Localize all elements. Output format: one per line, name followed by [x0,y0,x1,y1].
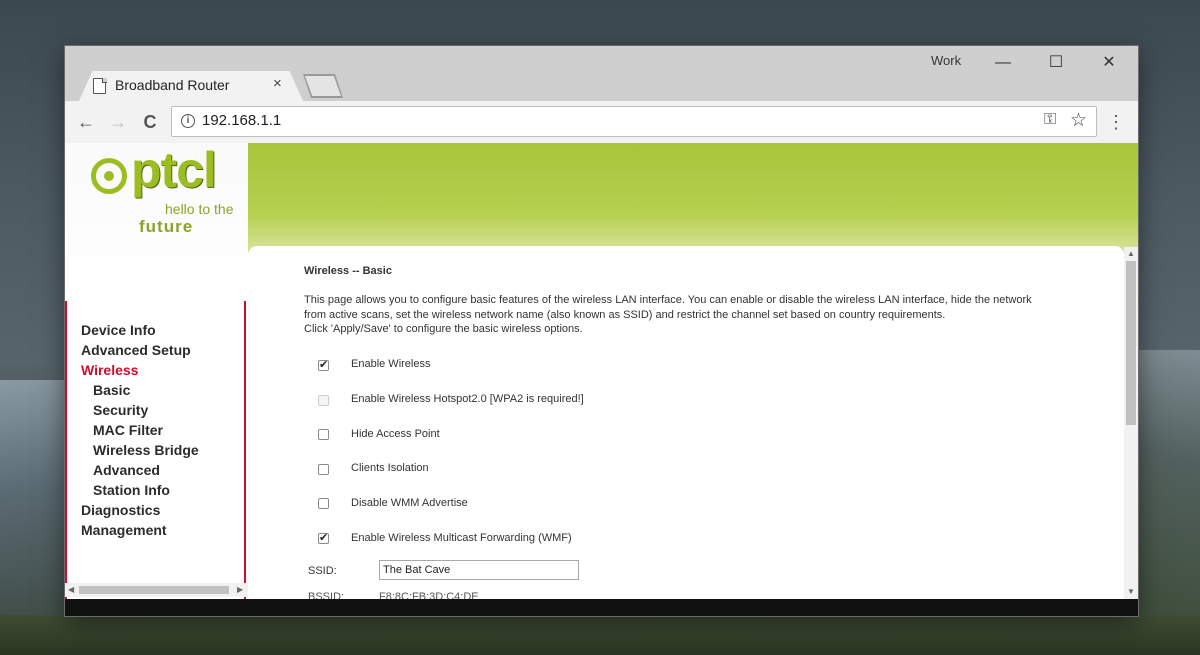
bookmark-star-icon[interactable]: ☆ [1070,109,1087,132]
desktop-wallpaper-right [1138,350,1200,655]
enable-wmf-label: Enable Wireless Multicast Forwarding (WM… [351,532,572,544]
site-info-icon[interactable]: i [181,114,195,128]
close-window-button[interactable]: ✕ [1086,50,1132,76]
desktop-wallpaper-ground [0,615,1200,655]
description-line: This page allows you to configure basic … [304,294,1032,306]
browser-menu-icon[interactable]: ⋮ [1107,109,1125,135]
page-icon [93,77,107,94]
router-page: ptcl hello to the future Device Info Adv… [65,143,1138,599]
logo-wordmark: ptcl [131,143,217,198]
page-description: This page allows you to configure basic … [304,293,1074,337]
page-title: Wireless -- Basic [304,265,392,277]
hide-access-point-label: Hide Access Point [351,428,440,440]
description-line: Click 'Apply/Save' to configure the basi… [304,323,583,335]
enable-hotspot-label: Enable Wireless Hotspot2.0 [WPA2 is requ… [351,393,584,405]
browser-toolbar: ← → C i 192.168.1.1 ⚿ ☆ ⋮ [65,101,1138,144]
enable-wireless-label: Enable Wireless [351,358,431,370]
key-icon[interactable]: ⚿ [1044,111,1056,129]
ssid-label: SSID: [308,565,337,577]
sidebar-item-device-info[interactable]: Device Info [81,322,156,338]
status-bar [65,599,1138,616]
logo-area: ptcl hello to the future [65,143,248,301]
address-bar[interactable]: i 192.168.1.1 ⚿ ☆ [171,106,1097,137]
enable-hotspot-checkbox[interactable] [318,395,329,406]
sidebar-item-advanced[interactable]: Advanced [93,462,160,478]
description-line: from active scans, set the wireless netw… [304,308,946,321]
horizontal-scrollbar[interactable]: ◀ ▶ [65,583,248,597]
bssid-label: BSSID: [308,591,345,599]
clients-isolation-label: Clients Isolation [351,462,429,474]
vertical-scroll-thumb[interactable] [1126,261,1136,425]
scroll-down-icon[interactable]: ▼ [1127,587,1135,596]
sidebar-item-station-info[interactable]: Station Info [93,482,170,498]
forward-icon[interactable]: → [105,109,131,135]
sidebar-item-basic[interactable]: Basic [93,382,130,398]
ssid-input[interactable] [379,560,579,580]
bssid-value: F8:8C:FB:3D:C4:DE [379,591,479,599]
tab-close-icon[interactable]: × [273,75,282,92]
sidebar-item-diagnostics[interactable]: Diagnostics [81,502,160,518]
profile-name[interactable]: Work [931,53,961,68]
sidebar-item-mac-filter[interactable]: MAC Filter [93,422,163,438]
minimize-button[interactable]: — [980,50,1026,76]
logo-tagline-future: future [139,217,194,236]
horizontal-scroll-thumb[interactable] [79,586,229,594]
scroll-up-icon[interactable]: ▲ [1127,249,1135,258]
scroll-left-icon[interactable]: ◀ [68,585,74,594]
scroll-right-icon[interactable]: ▶ [237,585,243,594]
ptcl-logo-icon [91,158,127,194]
disable-wmm-label: Disable WMM Advertise [351,497,468,509]
hide-access-point-checkbox[interactable] [318,429,329,440]
sidebar-item-wireless[interactable]: Wireless [81,362,138,378]
maximize-button[interactable]: ☐ [1033,50,1079,76]
title-bar: Broadband Router × Work — ☐ ✕ [65,46,1138,101]
sidebar-menu: Device Info Advanced Setup Wireless Basi… [65,301,246,599]
vertical-scrollbar[interactable]: ▲ ▼ [1124,247,1138,599]
browser-window: Broadband Router × Work — ☐ ✕ ← → C i 19… [65,46,1138,616]
logo-tagline: hello to the [165,201,234,217]
sidebar-item-advanced-setup[interactable]: Advanced Setup [81,342,191,358]
clients-isolation-checkbox[interactable] [318,464,329,475]
url-text[interactable]: 192.168.1.1 [202,112,281,129]
enable-wmf-checkbox[interactable] [318,531,329,544]
sidebar-item-management[interactable]: Management [81,522,167,538]
reload-icon[interactable]: C [137,109,163,135]
sidebar-item-wireless-bridge[interactable]: Wireless Bridge [93,442,199,458]
enable-wireless-checkbox[interactable] [318,358,329,371]
sidebar-item-security[interactable]: Security [93,402,148,418]
desktop-wallpaper-left [0,380,70,655]
tab-title: Broadband Router [115,77,230,93]
back-icon[interactable]: ← [73,109,99,135]
disable-wmm-checkbox[interactable] [318,498,329,509]
